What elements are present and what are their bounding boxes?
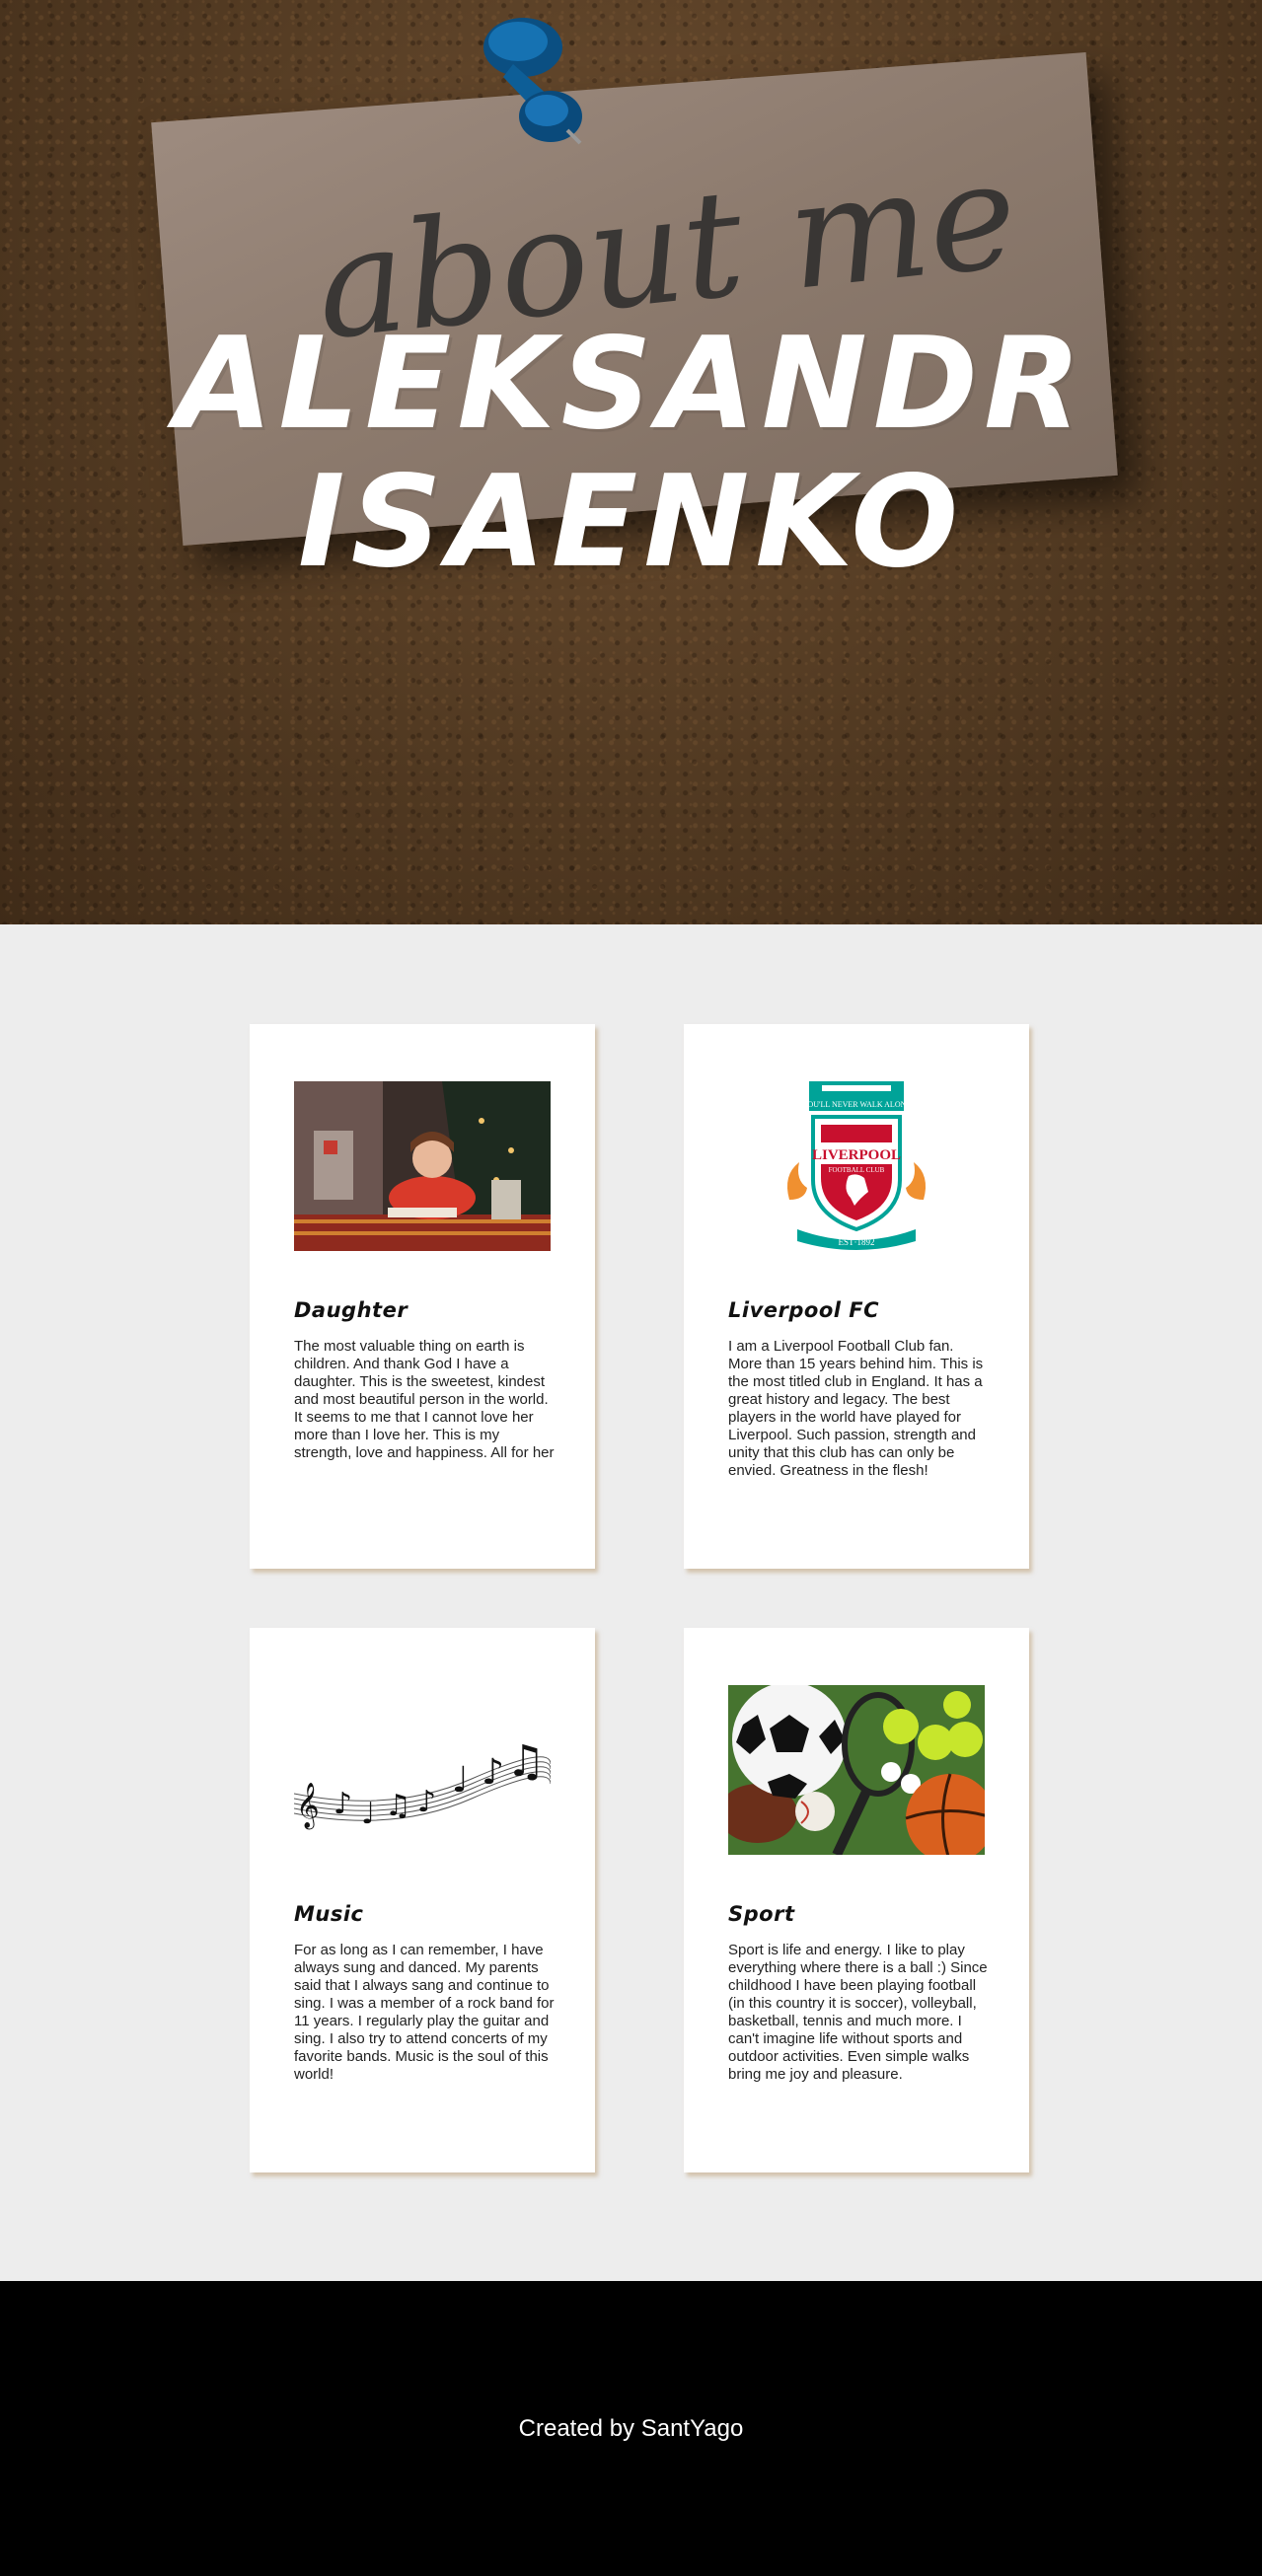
svg-text:♫: ♫	[506, 1736, 545, 1787]
card-text: Sport is life and energy. I like to play…	[728, 1942, 988, 2083]
sports-balls	[728, 1685, 985, 1855]
title-first-name: ALEKSANDR	[175, 311, 1087, 458]
svg-text:LIVERPOOL: LIVERPOOL	[812, 1147, 901, 1163]
card-text: The most valuable thing on earth is chil…	[294, 1338, 555, 1461]
card-title: Sport	[728, 1902, 795, 1926]
push-pin-icon	[483, 18, 582, 145]
footer: Created by SantYago	[0, 2281, 1262, 2576]
page-title: ALEKSANDR ISAENKO	[0, 316, 1262, 592]
svg-text:FOOTBALL CLUB: FOOTBALL CLUB	[829, 1166, 885, 1174]
svg-text:EST·1892: EST·1892	[839, 1237, 875, 1247]
card-daughter: Daughter The most valuable thing on eart…	[250, 1024, 595, 1569]
svg-text:♪: ♪	[334, 1787, 352, 1821]
card-sport: Sport Sport is life and energy. I like t…	[684, 1628, 1029, 2172]
card-music: 𝄞 ♪ ♩ ♫ ♪ ♩ ♪ ♫ Music For as long as I c…	[250, 1628, 595, 2172]
svg-text:𝄞: 𝄞	[296, 1783, 320, 1830]
card-text: For as long as I can remember, I have al…	[294, 1942, 555, 2083]
svg-text:♪: ♪	[417, 1785, 436, 1819]
svg-text:YOU'LL NEVER WALK ALONE: YOU'LL NEVER WALK ALONE	[802, 1100, 912, 1109]
svg-text:♩: ♩	[361, 1797, 375, 1831]
svg-text:♩: ♩	[452, 1760, 469, 1801]
card-text: I am a Liverpool Football Club fan. More…	[728, 1338, 984, 1479]
music-notes: 𝄞 ♪ ♩ ♫ ♪ ♩ ♪ ♫	[294, 1685, 551, 1855]
title-last-name: ISAENKO	[297, 449, 965, 596]
daughter-photo	[294, 1081, 551, 1251]
footer-credit: Created by SantYago	[518, 2415, 744, 2442]
svg-text:♪: ♪	[482, 1752, 504, 1793]
card-title: Daughter	[294, 1298, 408, 1322]
svg-text:♫: ♫	[385, 1789, 411, 1823]
interests-section: Daughter The most valuable thing on eart…	[0, 924, 1262, 2281]
card-liverpool: YOU'LL NEVER WALK ALONE LIVERPOOL FOOTBA…	[684, 1024, 1029, 1569]
hero-banner: about me ALEKSANDR ISAENKO	[0, 0, 1262, 924]
card-title: Liverpool FC	[728, 1298, 880, 1322]
liverpool-crest: YOU'LL NEVER WALK ALONE LIVERPOOL FOOTBA…	[728, 1081, 985, 1251]
card-title: Music	[294, 1902, 364, 1926]
